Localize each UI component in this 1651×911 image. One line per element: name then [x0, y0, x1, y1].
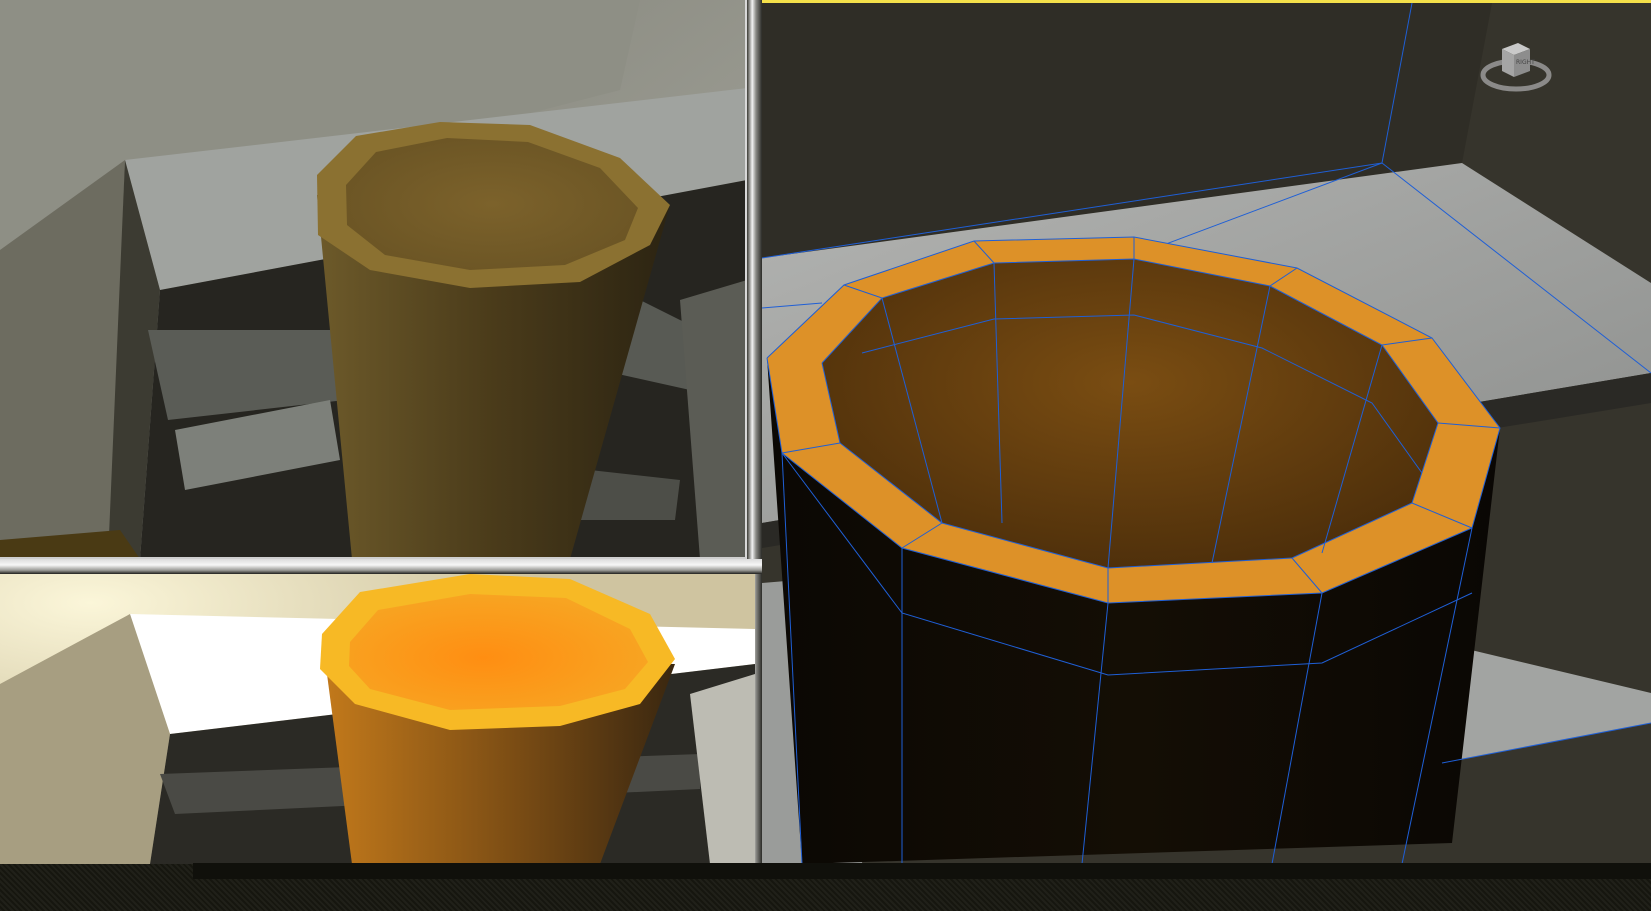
- status-bar-strip: [193, 863, 1651, 879]
- viewport-top-left[interactable]: [0, 0, 747, 559]
- viewcube[interactable]: RIGHT: [1480, 35, 1552, 95]
- viewcube-face-label: RIGHT: [1516, 59, 1535, 66]
- viewport-bottom-left[interactable]: [0, 574, 755, 864]
- viewport-right-active[interactable]: RIGHT: [762, 0, 1651, 864]
- viewport-splitter-horizontal[interactable]: [0, 559, 762, 574]
